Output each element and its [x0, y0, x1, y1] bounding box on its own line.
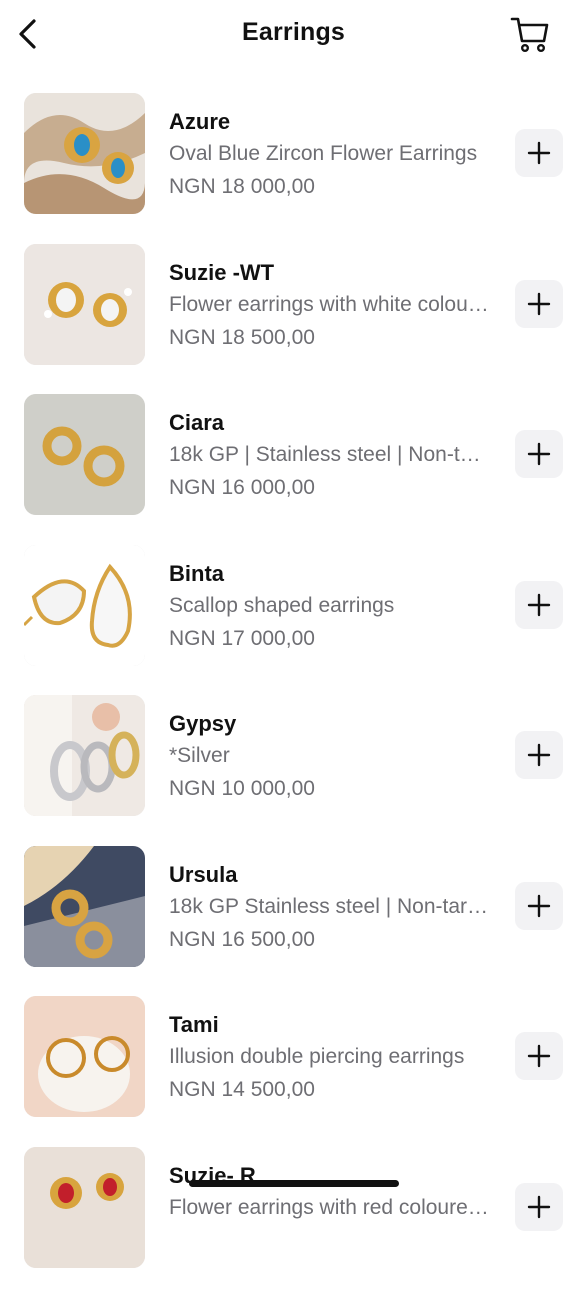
plus-icon: [527, 1044, 551, 1068]
cart-button[interactable]: [506, 12, 554, 56]
product-item[interactable]: Azure Oval Blue Zircon Flower Earrings N…: [0, 93, 587, 214]
product-image: [24, 243, 145, 365]
cart-icon: [510, 17, 549, 53]
plus-icon: [527, 593, 551, 616]
product-description: Oval Blue Zircon Flower Earrings: [169, 142, 478, 165]
product-name: Suzie -WT: [169, 259, 275, 285]
add-to-cart-button[interactable]: [515, 731, 563, 779]
plus-icon: [527, 743, 551, 767]
product-description: Flower earrings with red coloured stones: [169, 1195, 491, 1219]
add-to-cart-button[interactable]: [515, 279, 563, 328]
product-item[interactable]: Binta Scallop shaped earrings NGN 17 000…: [0, 544, 587, 666]
product-item[interactable]: Ursula 18k GP Stainless steel | Non-tarn…: [0, 845, 587, 967]
product-price: NGN 10 000,00: [169, 777, 315, 800]
plus-icon: [527, 894, 551, 917]
product-description: *Silver: [169, 744, 230, 767]
product-item[interactable]: Gypsy *Silver NGN 10 000,00: [0, 695, 587, 816]
product-name: Ciara: [169, 410, 225, 435]
product-item[interactable]: Tami Illusion double piercing earrings N…: [0, 996, 587, 1117]
product-image: [24, 996, 145, 1117]
product-image: [24, 544, 145, 666]
plus-icon: [527, 292, 551, 315]
product-price: NGN 16 500,00: [169, 927, 315, 951]
plus-icon: [527, 442, 551, 466]
product-image: [24, 695, 145, 816]
product-price: NGN 18 500,00: [169, 325, 315, 349]
product-item[interactable]: Suzie- R Flower earrings with red colour…: [0, 1146, 587, 1268]
product-description: 18k GP Stainless steel | Non-tarnish: [169, 894, 491, 918]
product-name: Azure: [169, 109, 231, 134]
product-price: NGN 18 000,00: [169, 175, 315, 198]
product-item[interactable]: Ciara 18k GP | Stainless steel | Non-tar…: [0, 394, 587, 515]
add-to-cart-button[interactable]: [515, 881, 563, 930]
product-description: Illusion double piercing earrings: [169, 1045, 465, 1068]
product-image: [24, 394, 145, 515]
product-image: [24, 845, 145, 967]
product-description: Scallop shaped earrings: [169, 593, 395, 617]
header: Earrings: [0, 0, 587, 68]
product-image: [24, 93, 145, 214]
page-title: Earrings: [241, 18, 346, 46]
product-list: Azure Oval Blue Zircon Flower Earrings N…: [0, 93, 587, 1297]
product-item[interactable]: Suzie -WT Flower earrings with white col…: [0, 243, 587, 365]
product-name: Ursula: [169, 861, 238, 887]
product-price: NGN 17 000,00: [169, 626, 315, 650]
add-to-cart-button[interactable]: [515, 1032, 563, 1080]
plus-icon: [527, 1195, 551, 1218]
add-to-cart-button[interactable]: [515, 129, 563, 177]
add-to-cart-button[interactable]: [515, 1182, 563, 1231]
product-description: Flower earrings with white coloured ston…: [169, 292, 491, 316]
product-price: NGN 14 500,00: [169, 1078, 315, 1101]
product-price: NGN 16 000,00: [169, 476, 315, 499]
product-name: Binta: [169, 560, 224, 586]
product-image: [24, 1146, 145, 1268]
product-name: Gypsy: [169, 711, 237, 736]
product-name: Tami: [169, 1012, 219, 1037]
plus-icon: [527, 141, 551, 165]
product-description: 18k GP | Stainless steel | Non-tarnish: [169, 443, 491, 466]
add-to-cart-button[interactable]: [515, 580, 563, 629]
home-indicator[interactable]: [189, 1180, 399, 1187]
add-to-cart-button[interactable]: [515, 430, 563, 478]
